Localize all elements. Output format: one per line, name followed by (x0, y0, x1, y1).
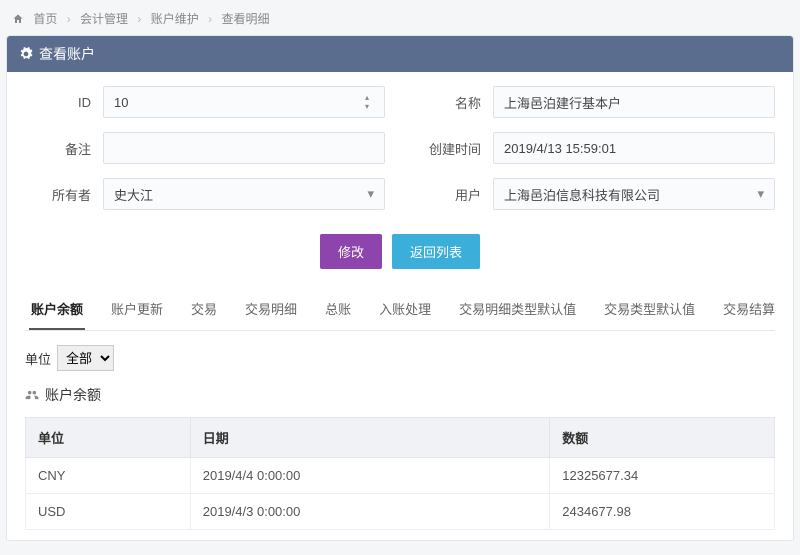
breadcrumb: 首页 › 会计管理 › 账户维护 › 查看明细 (6, 6, 794, 35)
tab-transaction-detail[interactable]: 交易明细 (243, 289, 299, 330)
cell-unit: CNY (26, 458, 191, 494)
tab-account-update[interactable]: 账户更新 (109, 289, 165, 330)
unit-filter-select[interactable]: 全部 (57, 345, 114, 371)
chevron-down-icon: ▾ (367, 186, 374, 202)
name-label: 名称 (415, 93, 493, 112)
breadcrumb-home[interactable]: 首页 (33, 12, 57, 26)
people-icon (25, 388, 39, 402)
tab-posting[interactable]: 入账处理 (377, 289, 433, 330)
user-field[interactable]: 上海邑泊信息科技有限公司 ▾ (493, 178, 775, 210)
panel-title: 查看账户 (39, 44, 95, 64)
tab-settlement[interactable]: 交易结算 (721, 289, 777, 330)
back-button[interactable]: 返回列表 (392, 234, 480, 269)
cell-unit: USD (26, 494, 191, 530)
tab-trans-type-default[interactable]: 交易类型默认值 (602, 289, 697, 330)
cell-date: 2019/4/4 0:00:00 (190, 458, 550, 494)
name-value: 上海邑泊建行基本户 (504, 93, 621, 112)
edit-button[interactable]: 修改 (320, 234, 382, 269)
id-value: 10 (114, 95, 128, 110)
panel-header: 查看账户 (7, 36, 793, 72)
note-label: 备注 (25, 139, 103, 158)
gear-icon (19, 47, 33, 61)
note-field[interactable] (103, 132, 385, 164)
breadcrumb-l1[interactable]: 会计管理 (80, 12, 128, 26)
section-title: 账户余额 (25, 385, 775, 405)
name-field[interactable]: 上海邑泊建行基本户 (493, 86, 775, 118)
chevron-down-icon: ▾ (757, 186, 764, 202)
tabs-bar: 账户余额 账户更新 交易 交易明细 总账 入账处理 交易明细类型默认值 交易类型… (25, 289, 775, 331)
breadcrumb-l2[interactable]: 账户维护 (151, 12, 199, 26)
id-field[interactable]: 10 ▴ ▾ (103, 86, 385, 118)
balance-table: 单位 日期 数额 CNY 2019/4/4 0:00:00 12325677.3… (25, 417, 775, 530)
breadcrumb-sep: › (67, 12, 71, 26)
owner-value: 史大江 (114, 185, 153, 204)
created-field[interactable]: 2019/4/13 15:59:01 (493, 132, 775, 164)
user-label: 用户 (415, 185, 493, 204)
cell-amount: 2434677.98 (550, 494, 775, 530)
th-amount[interactable]: 数额 (550, 418, 775, 458)
view-account-panel: 查看账户 ID 10 ▴ ▾ 名称 上海邑泊建 (6, 35, 794, 541)
number-stepper[interactable]: ▴ ▾ (360, 94, 374, 111)
chevron-up-icon[interactable]: ▴ (360, 94, 374, 102)
user-value: 上海邑泊信息科技有限公司 (504, 185, 660, 204)
tab-account-balance[interactable]: 账户余额 (29, 289, 85, 330)
breadcrumb-l3[interactable]: 查看明细 (221, 12, 269, 26)
owner-label: 所有者 (25, 185, 103, 204)
home-icon (12, 13, 24, 25)
unit-filter-label: 单位 (25, 349, 51, 368)
id-label: ID (25, 95, 103, 110)
owner-field[interactable]: 史大江 ▾ (103, 178, 385, 210)
tab-transactions[interactable]: 交易 (189, 289, 219, 330)
tab-detail-type-default[interactable]: 交易明细类型默认值 (457, 289, 578, 330)
th-unit[interactable]: 单位 (26, 418, 191, 458)
section-title-text: 账户余额 (45, 385, 101, 405)
breadcrumb-sep: › (208, 12, 212, 26)
chevron-down-icon[interactable]: ▾ (360, 103, 374, 111)
created-label: 创建时间 (415, 139, 493, 158)
th-date[interactable]: 日期 (190, 418, 550, 458)
cell-date: 2019/4/3 0:00:00 (190, 494, 550, 530)
table-row[interactable]: CNY 2019/4/4 0:00:00 12325677.34 (26, 458, 775, 494)
breadcrumb-sep: › (137, 12, 141, 26)
cell-amount: 12325677.34 (550, 458, 775, 494)
table-row[interactable]: USD 2019/4/3 0:00:00 2434677.98 (26, 494, 775, 530)
tab-ledger[interactable]: 总账 (323, 289, 353, 330)
created-value: 2019/4/13 15:59:01 (504, 141, 616, 156)
